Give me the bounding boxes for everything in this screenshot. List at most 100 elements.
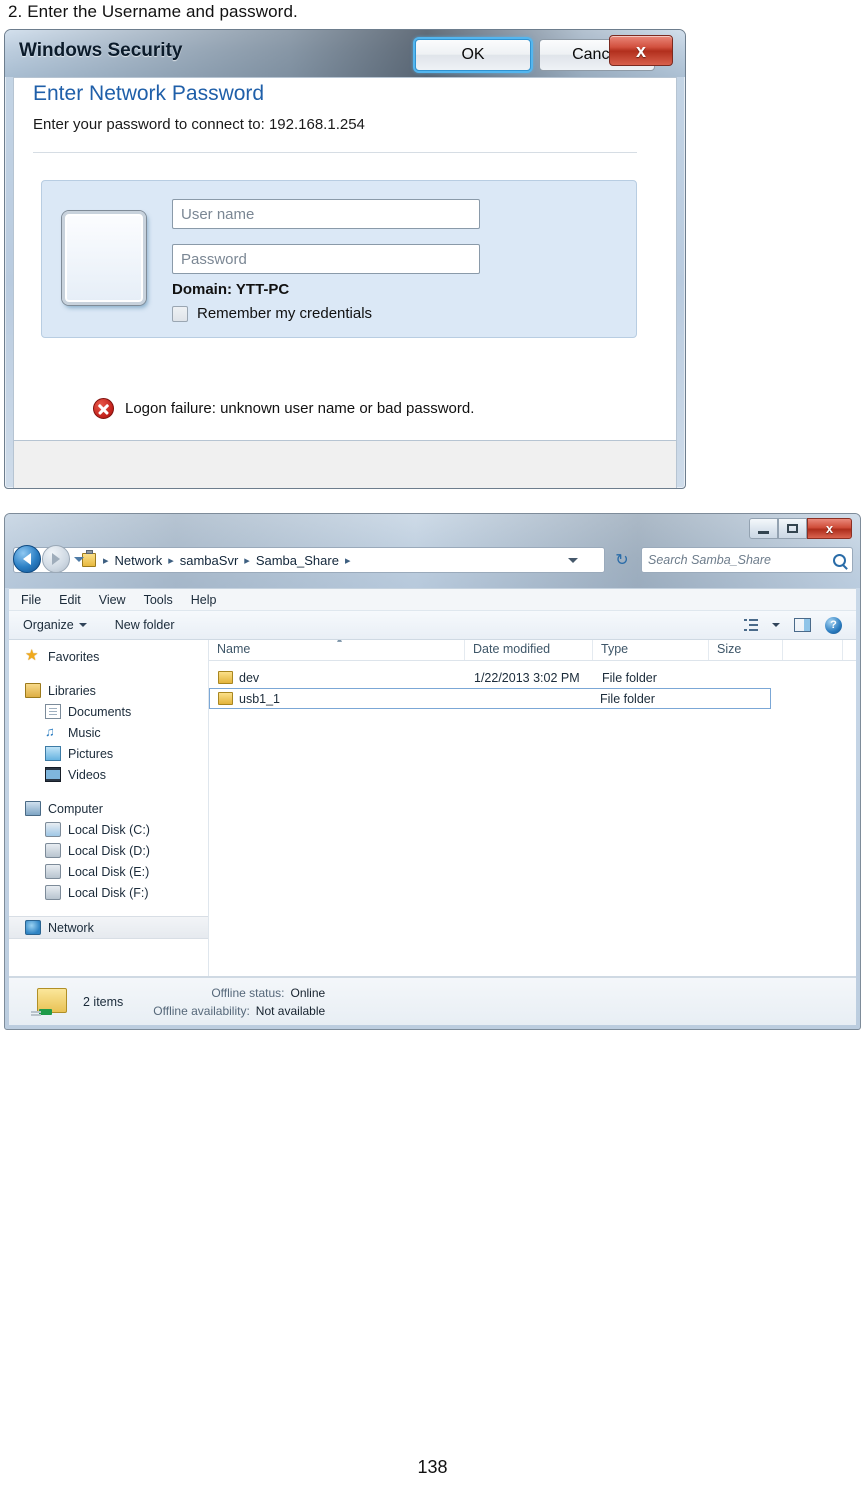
sidebar-item-documents[interactable]: Documents <box>9 701 208 722</box>
item-count: 2 items <box>83 994 124 1009</box>
offline-availability-value: Not available <box>255 1003 326 1018</box>
breadcrumb-item-sambasvr[interactable]: sambaSvr <box>178 553 241 568</box>
dialog-heading: Enter Network Password <box>33 82 265 105</box>
menu-file[interactable]: File <box>21 593 41 607</box>
pictures-icon <box>45 746 61 761</box>
file-type-cell: File folder <box>600 691 655 706</box>
system-disk-icon <box>45 822 61 837</box>
column-header-size[interactable]: Size <box>709 638 783 660</box>
back-arrow-icon <box>23 553 31 565</box>
table-row[interactable]: usb1_1 File folder <box>209 688 771 709</box>
sidebar-label-music: Music <box>68 725 101 740</box>
sidebar-item-computer[interactable]: Computer <box>9 798 208 819</box>
username-input[interactable]: User name <box>172 199 480 229</box>
sidebar-item-pictures[interactable]: Pictures <box>9 743 208 764</box>
offline-status-label: Offline status: <box>211 985 285 1000</box>
sidebar-label-local-disk-d: Local Disk (D:) <box>68 843 150 858</box>
file-explorer-window: x ▸ Network ▸ sambaSvr ▸ Samba_Share ▸ ↻… <box>4 513 861 1030</box>
remember-credentials-row[interactable]: Remember my credentials <box>172 305 372 322</box>
preview-pane-icon[interactable] <box>794 618 811 632</box>
close-icon: x <box>635 40 646 61</box>
minimize-icon <box>758 530 769 534</box>
disk-icon <box>45 864 61 879</box>
search-input[interactable]: Search Samba_Share <box>648 553 833 567</box>
sidebar-item-local-disk-f[interactable]: Local Disk (F:) <box>9 882 208 903</box>
new-folder-label: New folder <box>114 618 175 632</box>
menu-tools[interactable]: Tools <box>144 593 173 607</box>
logon-error-text: Logon failure: unknown user name or bad … <box>125 400 475 417</box>
column-header-type[interactable]: Type <box>593 638 709 660</box>
windows-security-dialog: Windows Security x Enter Network Passwor… <box>4 29 686 489</box>
sidebar-item-local-disk-c[interactable]: Local Disk (C:) <box>9 819 208 840</box>
network-icon <box>25 920 41 935</box>
forward-arrow-icon <box>52 553 60 565</box>
table-row[interactable]: dev 1/22/2013 3:02 PM File folder <box>209 667 856 688</box>
toolbar-right-group: ? <box>744 616 856 634</box>
recent-pages-chevron-down-icon[interactable] <box>74 556 84 562</box>
column-header-date-modified[interactable]: Date modified <box>465 638 593 660</box>
refresh-button[interactable]: ↻ <box>609 547 635 573</box>
maximize-button[interactable] <box>778 518 807 539</box>
help-icon[interactable]: ? <box>825 616 842 634</box>
address-bar[interactable]: ▸ Network ▸ sambaSvr ▸ Samba_Share ▸ <box>13 547 605 573</box>
computer-icon <box>25 801 41 816</box>
offline-availability-label: Offline availability: <box>153 1003 250 1018</box>
password-input[interactable]: Password <box>172 244 480 274</box>
sidebar-item-local-disk-e[interactable]: Local Disk (E:) <box>9 861 208 882</box>
close-icon: x <box>825 521 834 536</box>
search-box[interactable]: Search Samba_Share <box>641 547 853 573</box>
menu-bar: File Edit View Tools Help <box>9 588 856 611</box>
window-controls: x <box>749 518 852 539</box>
sidebar-label-network: Network <box>48 920 94 935</box>
dialog-close-button[interactable]: x <box>609 35 673 66</box>
shared-folder-icon <box>31 986 69 1018</box>
file-name-cell: usb1_1 <box>210 692 464 706</box>
address-dropdown-chevron-down-icon[interactable] <box>568 557 578 563</box>
breadcrumb-separator-2: ▸ <box>244 554 250 567</box>
column-header-spacer <box>783 638 843 660</box>
sidebar-item-videos[interactable]: Videos <box>9 764 208 785</box>
sidebar-item-music[interactable]: ♫ Music <box>9 722 208 743</box>
ok-button[interactable]: OK <box>415 39 531 71</box>
disk-icon <box>45 843 61 858</box>
breadcrumb-item-samba-share[interactable]: Samba_Share <box>254 553 341 568</box>
new-folder-button[interactable]: New folder <box>115 618 175 632</box>
explorer-close-button[interactable]: x <box>807 518 852 539</box>
star-icon: ★ <box>25 647 39 664</box>
disk-icon <box>45 885 61 900</box>
explorer-content: ★ Favorites Libraries Documents ♫ Music … <box>9 634 856 977</box>
sidebar-item-favorites[interactable]: ★ Favorites <box>9 646 208 667</box>
menu-view[interactable]: View <box>99 593 126 607</box>
error-icon <box>93 398 114 419</box>
column-headers: ▴ Name Date modified Type Size <box>209 634 856 661</box>
organize-button[interactable]: Organize <box>23 618 87 632</box>
music-icon: ♫ <box>45 724 55 739</box>
offline-status-row: Offline status: Online <box>153 984 325 1002</box>
dialog-subheading: Enter your password to connect to: 192.1… <box>33 116 365 133</box>
sidebar-item-libraries[interactable]: Libraries <box>9 680 208 701</box>
file-name-usb1-1: usb1_1 <box>239 691 281 706</box>
menu-help[interactable]: Help <box>191 593 217 607</box>
change-view-icon[interactable] <box>744 618 758 632</box>
breadcrumb-separator-3: ▸ <box>344 554 351 567</box>
dialog-title: Windows Security <box>19 40 183 61</box>
command-toolbar: Organize New folder ? <box>9 610 856 640</box>
sidebar-item-network[interactable]: Network <box>9 916 208 939</box>
sidebar-label-pictures: Pictures <box>68 746 114 761</box>
forward-button[interactable] <box>42 545 70 573</box>
menu-edit[interactable]: Edit <box>59 593 81 607</box>
breadcrumb-separator-0: ▸ <box>103 554 109 567</box>
navigation-buttons <box>13 545 84 573</box>
offline-info: Offline status: Online Offline availabil… <box>153 984 325 1020</box>
minimize-button[interactable] <box>749 518 778 539</box>
file-name-dev: dev <box>239 670 260 685</box>
breadcrumb-item-network[interactable]: Network <box>113 553 165 568</box>
sidebar-item-local-disk-d[interactable]: Local Disk (D:) <box>9 840 208 861</box>
back-button[interactable] <box>13 545 41 573</box>
sidebar-label-videos: Videos <box>68 767 106 782</box>
chevron-down-icon <box>78 623 87 627</box>
credentials-panel: User name Password Domain: YTT-PC Rememb… <box>41 180 637 338</box>
remember-credentials-checkbox[interactable] <box>172 305 188 322</box>
view-chevron-down-icon[interactable] <box>772 623 780 627</box>
user-tile-icon <box>62 211 146 305</box>
